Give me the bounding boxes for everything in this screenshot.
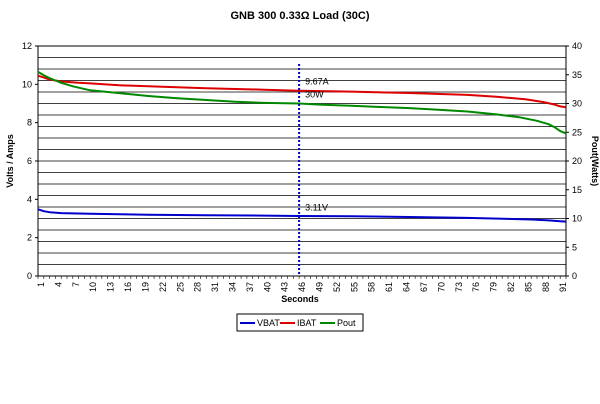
y-tick-left-label: 6 (27, 156, 32, 166)
x-tick-label: 46 (297, 282, 307, 292)
x-tick-label: 67 (419, 282, 429, 292)
legend-label-pout: Pout (337, 318, 356, 328)
x-tick-label: 22 (158, 282, 168, 292)
y-tick-right-label: 5 (572, 242, 577, 252)
chart-title: GNB 300 0.33Ω Load (30C) (230, 10, 369, 22)
x-tick-label: 76 (471, 282, 481, 292)
x-tick-label: 10 (88, 282, 98, 292)
y-tick-left-label: 4 (27, 194, 32, 204)
x-tick-label: 28 (193, 282, 203, 292)
x-tick-label: 64 (402, 282, 412, 292)
chart: GNB 300 0.33Ω Load (30C) 024681012051015… (5, 10, 600, 332)
gridlines (38, 57, 566, 265)
x-tick-label: 79 (489, 282, 499, 292)
x-tick-label: 85 (523, 282, 533, 292)
y-tick-left-label: 12 (22, 41, 32, 51)
legend-label-vbat: VBAT (257, 318, 280, 328)
x-tick-label: 58 (367, 282, 377, 292)
x-tick-label: 4 (53, 282, 63, 287)
y-axis-label-left: Volts / Amps (5, 134, 15, 188)
axis-ticks: 02468101205101520253035401 4 7 10 13 16 19 22 25… (22, 41, 582, 292)
x-tick-label: 43 (280, 282, 290, 292)
x-tick-label: 34 (227, 282, 237, 292)
y-axis-label-right: Pout(Watts) (590, 136, 600, 186)
x-tick-label: 52 (332, 282, 342, 292)
x-tick-label: 61 (384, 282, 394, 292)
y-tick-right-label: 30 (572, 99, 582, 109)
x-tick-label: 19 (140, 282, 150, 292)
x-tick-label: 88 (541, 282, 551, 292)
annotations: 9.67A 30W 3.11V (305, 77, 329, 213)
x-tick-label: 49 (315, 282, 325, 292)
y-tick-right-label: 15 (572, 185, 582, 195)
x-tick-label: 31 (210, 282, 220, 292)
x-tick-label: 7 (71, 282, 81, 287)
y-tick-right-label: 25 (572, 127, 582, 137)
y-tick-right-label: 40 (572, 41, 582, 51)
series-line-vbat (37, 208, 567, 223)
x-tick-label: 37 (245, 282, 255, 292)
y-tick-right-label: 0 (572, 271, 577, 281)
legend-label-ibat: IBAT (297, 318, 317, 328)
x-tick-label: 82 (506, 282, 516, 292)
y-tick-left-label: 10 (22, 79, 32, 89)
y-tick-right-label: 35 (572, 70, 582, 80)
x-tick-label: 40 (262, 282, 272, 292)
x-tick-label: 1 (36, 282, 46, 287)
x-tick-label: 13 (106, 282, 116, 292)
annotation-label: 30W (305, 90, 324, 100)
y-tick-left-label: 8 (27, 118, 32, 128)
series-line-pout (37, 71, 567, 135)
annotation-label: 9.67A (305, 77, 329, 87)
y-tick-left-label: 0 (27, 271, 32, 281)
legend: VBAT IBAT Pout (236, 313, 364, 332)
x-tick-label: 16 (123, 282, 133, 292)
x-tick-label: 55 (349, 282, 359, 292)
x-tick-label: 25 (175, 282, 185, 292)
y-tick-left-label: 2 (27, 233, 32, 243)
y-tick-right-label: 20 (572, 156, 582, 166)
x-tick-label: 91 (558, 282, 568, 292)
annotation-label: 3.11V (305, 202, 328, 212)
series-layer (37, 71, 567, 223)
x-axis-label: Seconds (281, 294, 319, 304)
x-tick-label: 73 (454, 282, 464, 292)
y-tick-right-label: 10 (572, 214, 582, 224)
x-tick-label: 70 (436, 282, 446, 292)
